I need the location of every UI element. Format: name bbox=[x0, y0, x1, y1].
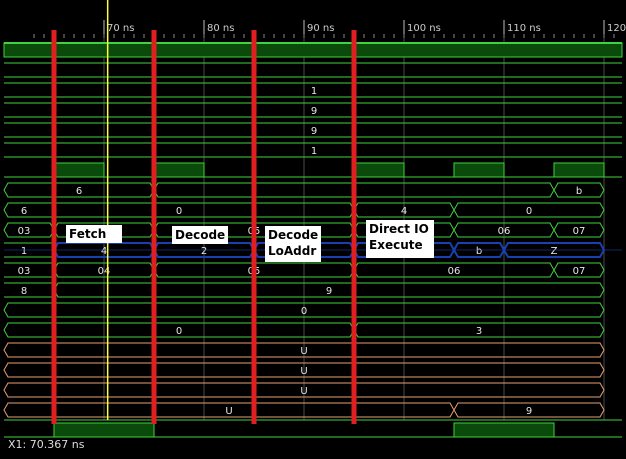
row-14-seg-1-label: 3 bbox=[476, 326, 482, 337]
row-8-left-label: 6 bbox=[21, 206, 27, 217]
row-18-seg-1-label: 9 bbox=[526, 406, 532, 417]
row-7-seg-2-label: b bbox=[576, 186, 582, 197]
row-10-seg-1-label: 2 bbox=[201, 246, 207, 257]
row-19-pulse-0 bbox=[53, 422, 155, 438]
row-8-seg-1-label: 4 bbox=[401, 206, 407, 217]
row-10-seg-4-label: b bbox=[476, 246, 482, 257]
row-10-seg-5-label: Z bbox=[551, 246, 558, 257]
tick-label-1: 80 ns bbox=[207, 23, 234, 34]
row-18-seg-0-label: U bbox=[225, 406, 232, 417]
row-19-pulse-1 bbox=[453, 422, 555, 438]
row-8-seg-2-label: 0 bbox=[526, 206, 532, 217]
annotation-direct-io-line1: Direct IO bbox=[369, 222, 429, 236]
cursor-readout: X1: 70.367 ns bbox=[8, 438, 85, 451]
tick-label-3: 100 ns bbox=[407, 23, 441, 34]
row-11-seg-3-label: 07 bbox=[573, 266, 586, 277]
row-11-left-label: 03 bbox=[18, 266, 31, 277]
row-17-seg-0-label: U bbox=[300, 386, 307, 397]
row-16-seg-0-label: U bbox=[300, 366, 307, 377]
annotation-fetch: Fetch bbox=[66, 225, 122, 243]
row-2-value: 1 bbox=[311, 86, 317, 97]
row-10-left-label: 1 bbox=[21, 246, 27, 257]
row-12-left-label: 8 bbox=[21, 286, 27, 297]
row-9-left-label: 03 bbox=[18, 226, 31, 237]
row-10-seg-0-label: 4 bbox=[101, 246, 107, 257]
row-7-seg-0-label: 6 bbox=[76, 186, 82, 197]
annotation-decode-loaddr: Decode LoAddr bbox=[265, 226, 321, 262]
tick-label-0: 70 ns bbox=[107, 23, 134, 34]
row-15-seg-0-label: U bbox=[300, 346, 307, 357]
annotation-decode-loaddr-line1: Decode bbox=[268, 228, 319, 242]
tick-label-4: 110 ns bbox=[507, 23, 541, 34]
row-12-seg-0-label: 9 bbox=[326, 286, 332, 297]
row-6-pulse-4 bbox=[553, 162, 605, 178]
row-6-pulse-0 bbox=[53, 162, 105, 178]
row-5-value: 1 bbox=[311, 146, 317, 157]
row-6-pulse-1 bbox=[153, 162, 205, 178]
row-6-pulse-3 bbox=[453, 162, 505, 178]
row-8-seg-0-label: 0 bbox=[176, 206, 182, 217]
row-6-pulse-2 bbox=[353, 162, 405, 178]
annotation-decode: Decode bbox=[172, 226, 228, 244]
row-13-seg-0-label: 0 bbox=[301, 306, 307, 317]
row-11-seg-0-label: 04 bbox=[98, 266, 111, 277]
annotation-decode-loaddr-line2: LoAddr bbox=[268, 244, 317, 258]
annotation-direct-io-line2: Execute bbox=[369, 238, 423, 252]
row-11-seg-2-label: 06 bbox=[448, 266, 461, 277]
row-9-seg-4-label: 06 bbox=[498, 226, 511, 237]
row-3-value: 9 bbox=[311, 106, 317, 117]
row-9-seg-5-label: 07 bbox=[573, 226, 586, 237]
row-0-clock-bar bbox=[3, 42, 623, 58]
row-4-value: 9 bbox=[311, 126, 317, 137]
annotation-direct-io: Direct IO Execute bbox=[366, 220, 434, 258]
tick-label-5: 120 bbox=[607, 23, 626, 34]
row-14-seg-0-label: 0 bbox=[176, 326, 182, 337]
tick-label-2: 90 ns bbox=[307, 23, 334, 34]
